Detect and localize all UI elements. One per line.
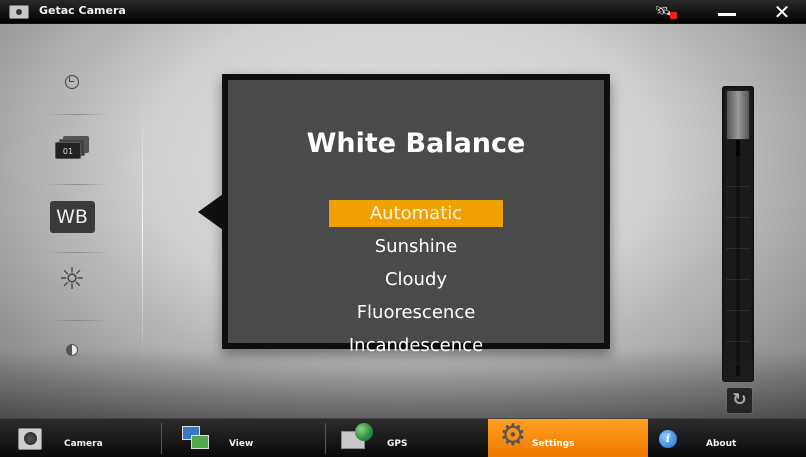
app-icon <box>9 5 29 19</box>
tab-camera[interactable]: Camera <box>0 419 160 457</box>
contrast-button[interactable] <box>47 334 97 366</box>
tab-label: Camera <box>64 439 103 449</box>
wb-option-cloudy[interactable]: Cloudy <box>385 266 447 293</box>
toolbar-divider <box>142 94 143 364</box>
brightness-button[interactable]: ☼ <box>47 260 97 300</box>
window-title: Getac Camera <box>39 4 126 17</box>
contrast-icon <box>66 344 78 356</box>
zoom-slider[interactable] <box>722 86 754 382</box>
panel-pointer-arrow <box>198 194 223 230</box>
wb-option-automatic[interactable]: Automatic <box>329 200 503 227</box>
slider-ticks <box>726 156 750 366</box>
slider-handle[interactable] <box>726 90 750 140</box>
tab-gps[interactable]: GPS <box>326 419 487 457</box>
self-timer-button[interactable] <box>47 70 97 94</box>
tab-view[interactable]: View <box>162 419 324 457</box>
bottom-taskbar: Camera View GPS ⚙ Settings i About <box>0 418 806 457</box>
tab-label: View <box>229 439 254 449</box>
tab-label: GPS <box>387 439 408 449</box>
divider <box>47 252 107 253</box>
title-bar: Getac Camera 🛰 ✕ <box>0 0 806 24</box>
tab-label: Settings <box>532 439 575 449</box>
burst-icon: 01 <box>55 136 89 160</box>
wb-option-incandescence[interactable]: Incandescence <box>349 332 483 359</box>
tab-about[interactable]: i About <box>649 419 806 457</box>
settings-icon: ⚙ <box>499 418 527 453</box>
burst-count-label: 01 <box>55 142 81 159</box>
white-balance-panel: White Balance Automatic Sunshine Cloudy … <box>222 74 610 356</box>
wb-option-sunshine[interactable]: Sunshine <box>375 233 458 260</box>
wb-option-fluorescence[interactable]: Fluorescence <box>357 299 476 326</box>
timer-icon <box>65 75 79 89</box>
gps-icon <box>341 423 375 451</box>
signal-status-dot <box>670 12 677 19</box>
wb-icon: WB <box>49 201 95 233</box>
divider <box>47 320 107 321</box>
reset-button[interactable]: ↻ <box>726 387 753 414</box>
white-balance-button[interactable]: WB <box>47 194 97 240</box>
left-toolbar: 01 WB ☼ <box>35 64 145 394</box>
close-button[interactable]: ✕ <box>762 0 802 24</box>
minimize-button[interactable] <box>710 0 746 24</box>
satellite-signal-icon[interactable]: 🛰 <box>655 3 677 21</box>
tab-settings[interactable]: ⚙ Settings <box>488 419 648 457</box>
sun-icon: ☼ <box>58 262 86 297</box>
panel-title: White Balance <box>306 128 526 159</box>
tab-label: About <box>706 439 737 449</box>
burst-mode-button[interactable]: 01 <box>47 126 97 170</box>
about-icon: i <box>659 430 677 448</box>
camera-viewport: 01 WB ☼ White Balance Automatic Sunshine… <box>0 24 806 418</box>
divider <box>47 114 107 115</box>
view-icon <box>182 426 210 450</box>
camera-icon <box>18 428 42 450</box>
divider <box>47 184 107 185</box>
